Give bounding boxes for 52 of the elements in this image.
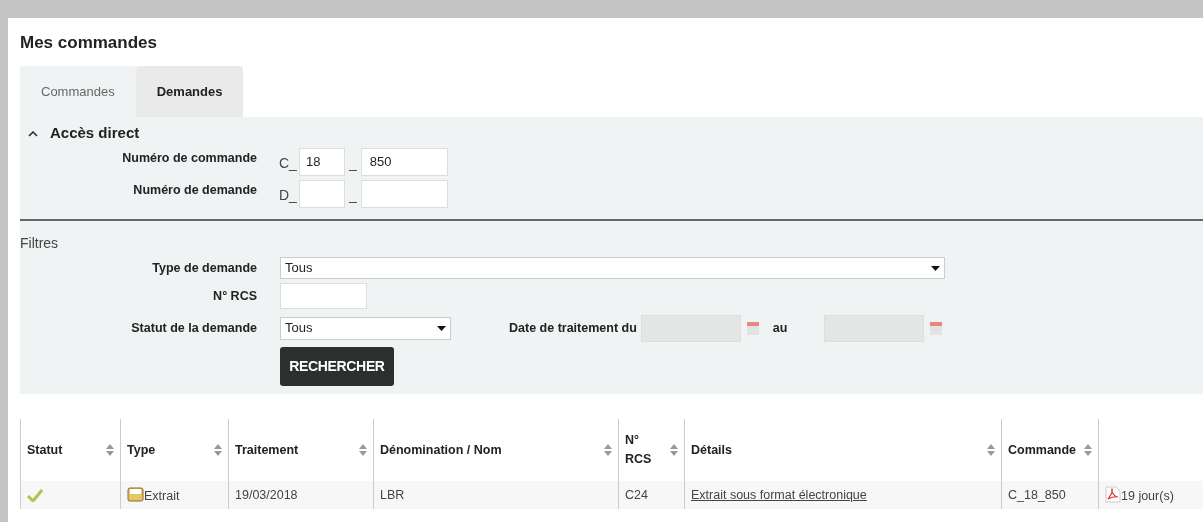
field-separator: _ [348,186,357,205]
section-title: Accès direct [50,122,140,143]
tab[interactable]: Commandes [20,66,136,117]
section-title: Filtres [20,234,60,253]
sort-icon[interactable] [987,444,995,456]
table-cell-text: LBR [380,486,405,504]
document-icon [127,487,144,502]
table-cell-text: 19 jour(s) [1121,488,1174,506]
input-field[interactable] [360,180,448,208]
caret-icon [931,265,940,271]
input-field[interactable]: 850 [360,148,448,176]
calendar-icon[interactable] [929,321,942,335]
tab[interactable]: Demandes [135,66,244,117]
sort-icon[interactable] [106,444,114,456]
status-select[interactable]: Tous [280,316,451,340]
search-button[interactable]: RECHERCHER [280,347,394,386]
field-label: Numéro de commande [121,150,257,167]
input-field[interactable] [298,180,345,208]
column-header: Statut [27,441,63,459]
column-header: Détails [691,441,732,459]
sort-icon[interactable] [604,444,612,456]
calendar-icon[interactable] [746,321,759,335]
field-separator: _ [348,154,357,173]
collapse-icon[interactable] [28,129,38,137]
field-prefix: D_ [279,186,297,205]
caret-icon [437,325,446,331]
sort-icon[interactable] [359,444,367,456]
table-cell-text: C_18_850 [1008,486,1066,504]
table-cell-text: Extrait [144,488,180,506]
column-header: Traitement [235,441,299,459]
field-label: Type de demande [151,259,257,277]
table-cell-text: C24 [625,486,648,504]
field-prefix: C_ [279,154,297,173]
column-header: Dénomination / Nom [380,441,502,459]
field-label: N° RCS [212,287,257,305]
type-select[interactable]: Tous [280,257,945,279]
field-label: Numéro de demande [132,182,257,199]
field-label: Date de traitement du [509,319,637,337]
table-cell-text: 19/03/2018 [235,486,298,504]
column-header: Type [127,441,156,459]
field-label: Statut de la demande [130,319,257,337]
sort-icon[interactable] [670,444,678,456]
page-title: Mes commandes [20,32,158,54]
field-label: au [772,319,789,337]
sort-icon[interactable] [1084,444,1092,456]
input-field[interactable]: 18 [298,148,345,176]
sort-icon[interactable] [214,444,222,456]
details-link[interactable]: Extrait sous format électronique [691,485,867,505]
input-field[interactable] [280,283,367,309]
column-header: Commande [1008,441,1077,459]
column-header: N° RCS [625,432,652,468]
pdf-icon[interactable] [1105,486,1121,503]
